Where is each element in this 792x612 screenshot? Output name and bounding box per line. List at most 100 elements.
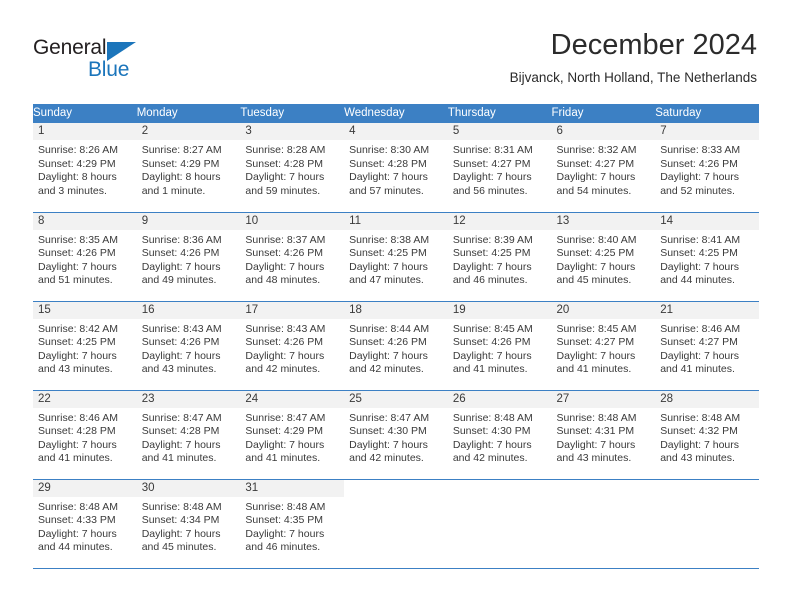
sunrise-time: Sunrise: 8:37 AM [245, 233, 326, 246]
calendar-day-cell[interactable]: 5 Sunrise: 8:31 AM Sunset: 4:27 PM Daylight… [447, 123, 552, 213]
day-number: 10 [240, 212, 345, 230]
daylight-duration-line1: Daylight: 7 hours [452, 438, 532, 451]
daylight-duration-line1: Daylight: 7 hours [245, 260, 325, 273]
daylight-duration-line2: and 42 minutes. [245, 363, 321, 375]
day-number: 29 [33, 479, 137, 497]
day-number: 18 [344, 301, 448, 319]
calendar-day-cell[interactable]: 28 Sunrise: 8:48 AM Sunset: 4:32 PM Dayligh… [655, 390, 759, 480]
day-details: Sunrise: 8:26 AM Sunset: 4:29 PM Daylight:… [33, 140, 137, 198]
day-number [655, 480, 759, 497]
calendar-day-cell[interactable]: 13 Sunrise: 8:40 AM Sunset: 4:25 PM Dayligh… [551, 212, 656, 302]
calendar-day-cell[interactable]: 29 Sunrise: 8:48 AM Sunset: 4:33 PM Dayligh… [33, 479, 137, 569]
calendar-day-cell[interactable]: 17 Sunrise: 8:43 AM Sunset: 4:26 PM Dayligh… [240, 301, 345, 391]
day-number: 21 [655, 301, 759, 319]
sunrise-time: Sunrise: 8:43 AM [141, 322, 222, 335]
daylight-duration-line2: and 47 minutes. [349, 274, 424, 286]
calendar-day-cell[interactable]: 10 Sunrise: 8:37 AM Sunset: 4:26 PM Dayligh… [240, 212, 345, 302]
calendar-day-cell[interactable]: 20 Sunrise: 8:45 AM Sunset: 4:27 PM Dayligh… [551, 301, 656, 391]
calendar-day-cell[interactable]: 14 Sunrise: 8:41 AM Sunset: 4:25 PM Dayligh… [655, 212, 759, 302]
daylight-duration-line1: Daylight: 7 hours [38, 349, 117, 362]
calendar-empty-cell [447, 479, 552, 569]
day-cell-inner: 10 Sunrise: 8:37 AM Sunset: 4:26 PM Dayligh… [240, 212, 345, 300]
general-blue-logo: General Blue [33, 36, 163, 84]
calendar-day-cell[interactable]: 19 Sunrise: 8:45 AM Sunset: 4:26 PM Dayligh… [447, 301, 552, 391]
sunset-time: Sunset: 4:28 PM [141, 425, 220, 437]
day-details: Sunrise: 8:32 AM Sunset: 4:27 PM Daylight:… [552, 140, 656, 198]
calendar-day-cell[interactable]: 16 Sunrise: 8:43 AM Sunset: 4:26 PM Dayligh… [136, 301, 241, 391]
weekday-header-monday: Monday [136, 104, 241, 123]
weekday-header-sunday: Sunday [33, 104, 137, 123]
calendar-day-cell[interactable]: 8 Sunrise: 8:35 AM Sunset: 4:26 PM Daylight… [33, 212, 137, 302]
daylight-duration-line2: and 41 minutes. [660, 363, 735, 375]
calendar-day-cell[interactable]: 18 Sunrise: 8:44 AM Sunset: 4:26 PM Dayligh… [344, 301, 448, 391]
day-details: Sunrise: 8:48 AM Sunset: 4:34 PM Daylight:… [137, 497, 241, 555]
daylight-duration-line1: Daylight: 7 hours [141, 527, 221, 540]
daylight-duration-line2: and 41 minutes. [452, 363, 528, 375]
day-number: 30 [136, 479, 241, 497]
sunset-time: Sunset: 4:26 PM [452, 336, 531, 348]
day-details: Sunrise: 8:37 AM Sunset: 4:26 PM Daylight:… [240, 230, 344, 288]
daylight-duration-line2: and 57 minutes. [349, 184, 424, 197]
sunset-time: Sunset: 4:26 PM [660, 157, 738, 170]
daylight-duration-line1: Daylight: 7 hours [245, 171, 325, 183]
calendar-day-cell[interactable]: 21 Sunrise: 8:46 AM Sunset: 4:27 PM Dayligh… [655, 301, 759, 391]
sunrise-time: Sunrise: 8:36 AM [141, 233, 222, 246]
day-number: 28 [655, 390, 759, 408]
day-number: 3 [240, 123, 345, 140]
day-details: Sunrise: 8:47 AM Sunset: 4:29 PM Daylight:… [240, 408, 344, 466]
daylight-duration-line1: Daylight: 7 hours [141, 349, 221, 362]
calendar-day-cell[interactable]: 26 Sunrise: 8:48 AM Sunset: 4:30 PM Dayligh… [447, 390, 552, 480]
sunset-time: Sunset: 4:26 PM [141, 247, 220, 259]
calendar-day-cell[interactable]: 6 Sunrise: 8:32 AM Sunset: 4:27 PM Daylight… [551, 123, 656, 213]
calendar-day-cell[interactable]: 31 Sunrise: 8:48 AM Sunset: 4:35 PM Dayligh… [240, 479, 345, 569]
daylight-duration-line1: Daylight: 7 hours [349, 438, 428, 451]
daylight-duration-line2: and 51 minutes. [38, 274, 113, 286]
day-details: Sunrise: 8:47 AM Sunset: 4:28 PM Daylight:… [137, 408, 241, 466]
calendar-day-cell[interactable]: 4 Sunrise: 8:30 AM Sunset: 4:28 PM Daylight… [344, 123, 448, 213]
calendar-day-cell[interactable]: 7 Sunrise: 8:33 AM Sunset: 4:26 PM Daylight… [655, 123, 759, 213]
daylight-duration-line2: and 42 minutes. [452, 452, 528, 464]
calendar-day-cell[interactable]: 12 Sunrise: 8:39 AM Sunset: 4:25 PM Dayligh… [447, 212, 552, 302]
sunset-time: Sunset: 4:25 PM [452, 247, 531, 259]
calendar-day-cell[interactable]: 9 Sunrise: 8:36 AM Sunset: 4:26 PM Daylight… [136, 212, 241, 302]
day-cell-inner: 4 Sunrise: 8:30 AM Sunset: 4:28 PM Daylight… [344, 123, 448, 210]
daylight-duration-line1: Daylight: 7 hours [660, 349, 740, 362]
sunset-time: Sunset: 4:32 PM [660, 425, 738, 437]
day-number [552, 480, 656, 497]
sunrise-time: Sunrise: 8:28 AM [245, 144, 326, 156]
day-cell-inner: 12 Sunrise: 8:39 AM Sunset: 4:25 PM Dayligh… [447, 212, 552, 300]
sunrise-time: Sunrise: 8:48 AM [660, 411, 741, 424]
logo-text-general: General [33, 36, 107, 59]
calendar-day-cell[interactable]: 1 Sunrise: 8:26 AM Sunset: 4:29 PM Daylight… [33, 123, 137, 213]
calendar-day-cell[interactable]: 11 Sunrise: 8:38 AM Sunset: 4:25 PM Dayligh… [344, 212, 448, 302]
daylight-duration-line1: Daylight: 7 hours [38, 260, 117, 273]
sunset-time: Sunset: 4:29 PM [141, 157, 220, 170]
calendar-day-cell[interactable]: 15 Sunrise: 8:42 AM Sunset: 4:25 PM Dayligh… [33, 301, 137, 391]
daylight-duration-line1: Daylight: 7 hours [245, 438, 325, 451]
sunset-time: Sunset: 4:25 PM [556, 247, 635, 259]
calendar-day-cell[interactable]: 3 Sunrise: 8:28 AM Sunset: 4:28 PM Daylight… [240, 123, 345, 213]
calendar-day-cell[interactable]: 25 Sunrise: 8:47 AM Sunset: 4:30 PM Dayligh… [344, 390, 448, 480]
calendar-day-cell[interactable]: 27 Sunrise: 8:48 AM Sunset: 4:31 PM Dayligh… [551, 390, 656, 480]
sunrise-time: Sunrise: 8:47 AM [349, 411, 430, 424]
day-details: Sunrise: 8:33 AM Sunset: 4:26 PM Daylight:… [655, 140, 759, 198]
calendar-day-cell[interactable]: 23 Sunrise: 8:47 AM Sunset: 4:28 PM Dayligh… [136, 390, 241, 480]
daylight-duration-line2: and 52 minutes. [660, 184, 735, 197]
title-block: December 2024 Bijvanck, North Holland, T… [510, 28, 757, 88]
calendar-day-cell[interactable]: 24 Sunrise: 8:47 AM Sunset: 4:29 PM Dayligh… [240, 390, 345, 480]
daylight-duration-line1: Daylight: 7 hours [556, 438, 636, 451]
daylight-duration-line1: Daylight: 7 hours [141, 260, 221, 273]
sunrise-time: Sunrise: 8:27 AM [141, 144, 222, 156]
calendar-day-cell[interactable]: 30 Sunrise: 8:48 AM Sunset: 4:34 PM Dayligh… [136, 479, 241, 569]
day-number: 23 [136, 390, 241, 408]
day-cell-inner: 28 Sunrise: 8:48 AM Sunset: 4:32 PM Dayligh… [655, 390, 759, 478]
day-details: Sunrise: 8:41 AM Sunset: 4:25 PM Daylight:… [655, 230, 759, 288]
calendar-day-cell[interactable]: 22 Sunrise: 8:46 AM Sunset: 4:28 PM Dayligh… [33, 390, 137, 480]
daylight-duration-line1: Daylight: 7 hours [38, 527, 117, 540]
daylight-duration-line2: and 44 minutes. [38, 541, 113, 553]
calendar-day-cell[interactable]: 2 Sunrise: 8:27 AM Sunset: 4:29 PM Daylight… [136, 123, 241, 213]
day-cell-inner: 25 Sunrise: 8:47 AM Sunset: 4:30 PM Dayligh… [344, 390, 448, 478]
day-number: 4 [344, 123, 448, 140]
sunrise-time: Sunrise: 8:41 AM [660, 233, 741, 246]
daylight-duration-line1: Daylight: 7 hours [556, 349, 636, 362]
